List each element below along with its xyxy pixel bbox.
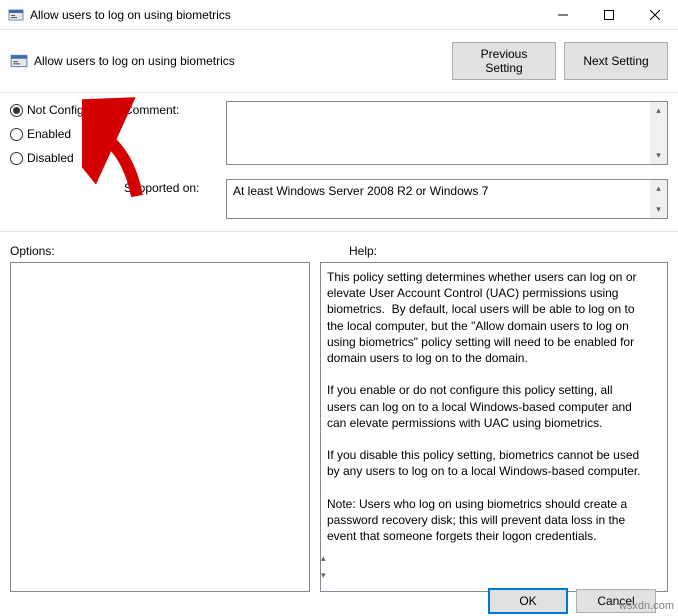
header: Allow users to log on using biometrics P… <box>0 30 678 84</box>
help-label: Help: <box>349 244 668 258</box>
window-title: Allow users to log on using biometrics <box>30 8 231 22</box>
policy-icon <box>8 7 24 23</box>
supported-on-text: At least Windows Server 2008 R2 or Windo… <box>227 180 667 202</box>
window-controls <box>540 0 678 30</box>
supported-on-box: At least Windows Server 2008 R2 or Windo… <box>226 179 668 219</box>
scroll-down-icon[interactable]: ▾ <box>650 201 667 218</box>
radio-not-configured[interactable]: Not Configured <box>10 103 110 117</box>
scroll-up-icon[interactable]: ▴ <box>321 550 326 567</box>
options-label: Options: <box>10 244 329 258</box>
options-panel <box>10 262 310 592</box>
radio-label: Not Configured <box>27 103 108 117</box>
page-title: Allow users to log on using biometrics <box>34 54 235 68</box>
scroll-up-icon[interactable]: ▴ <box>650 102 667 119</box>
radio-label: Disabled <box>27 151 74 165</box>
scrollbar[interactable]: ▴ ▾ <box>321 550 326 584</box>
help-panel: This policy setting determines whether u… <box>320 262 668 592</box>
scroll-down-icon[interactable]: ▾ <box>321 567 326 584</box>
footer: OK Cancel <box>0 586 678 616</box>
comment-label: Comment: <box>124 101 212 175</box>
close-button[interactable] <box>632 0 678 30</box>
scroll-down-icon[interactable]: ▾ <box>650 147 667 164</box>
titlebar: Allow users to log on using biometrics <box>0 0 678 30</box>
comment-textarea[interactable]: ▴ ▾ <box>226 101 668 165</box>
supported-on-label: Supported on: <box>124 179 212 219</box>
watermark: wsxdn.com <box>619 600 674 612</box>
scrollbar[interactable]: ▴ ▾ <box>650 102 667 164</box>
radio-icon <box>10 104 23 117</box>
minimize-button[interactable] <box>540 0 586 30</box>
radio-icon <box>10 152 23 165</box>
scroll-up-icon[interactable]: ▴ <box>650 180 667 197</box>
radio-enabled[interactable]: Enabled <box>10 127 110 141</box>
ok-button[interactable]: OK <box>488 588 568 614</box>
next-setting-button[interactable]: Next Setting <box>564 42 668 80</box>
scrollbar[interactable]: ▴ ▾ <box>650 180 667 218</box>
policy-icon <box>10 52 28 70</box>
help-text: This policy setting determines whether u… <box>321 263 667 550</box>
state-radios: Not Configured Enabled Disabled <box>10 101 110 175</box>
radio-label: Enabled <box>27 127 71 141</box>
maximize-button[interactable] <box>586 0 632 30</box>
previous-setting-button[interactable]: Previous Setting <box>452 42 556 80</box>
radio-disabled[interactable]: Disabled <box>10 151 110 165</box>
radio-icon <box>10 128 23 141</box>
